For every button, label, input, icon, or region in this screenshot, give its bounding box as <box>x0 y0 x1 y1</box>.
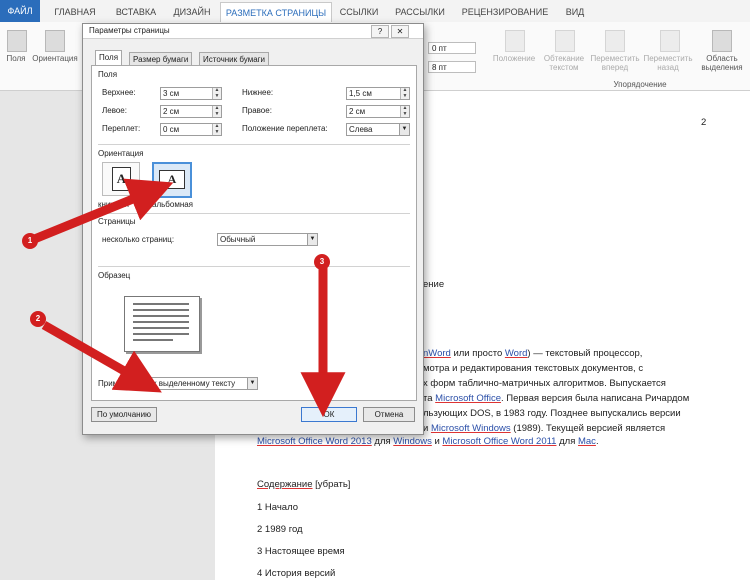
annotation-badge-1: 1 <box>22 233 38 249</box>
annotation-badge-3: 3 <box>314 254 330 270</box>
arrow-1 <box>30 178 174 245</box>
annotation-overlay <box>30 178 346 418</box>
arrow-2 <box>41 321 162 393</box>
annotation-badge-2: 2 <box>30 311 46 327</box>
